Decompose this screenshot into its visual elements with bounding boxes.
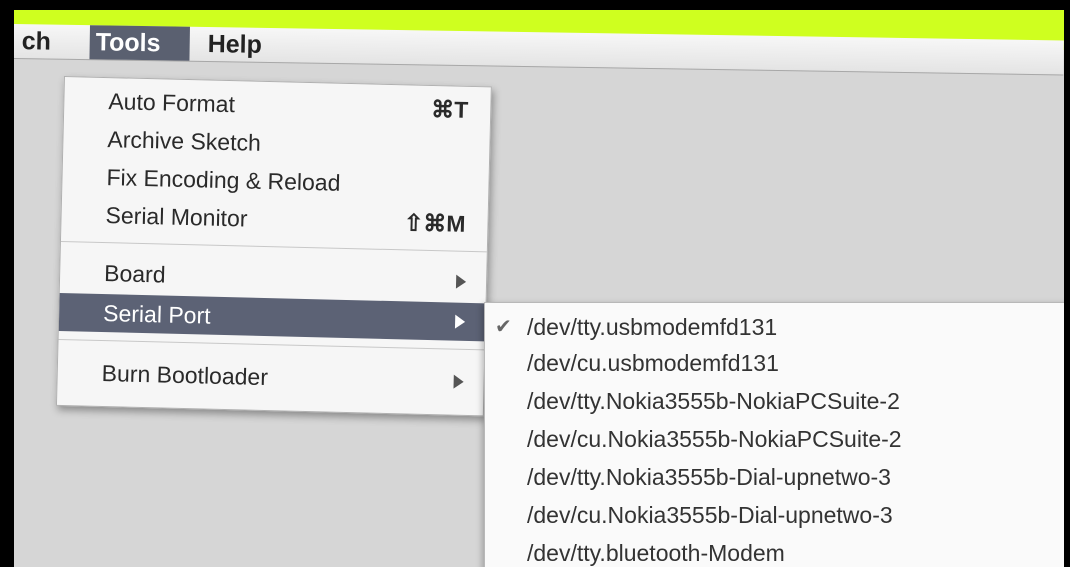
screen: ch Tools Help Auto Format ⌘T Archive Ske…: [14, 10, 1064, 567]
menu-item-label: Archive Sketch: [107, 126, 262, 156]
menu-item-serial-port[interactable]: Serial Port: [58, 292, 486, 342]
submenu-arrow-icon: [454, 314, 466, 329]
menu-item-label: Fix Encoding & Reload: [106, 164, 341, 196]
serial-port-label: /dev/cu.Nokia3555b-NokiaPCSuite-2: [527, 426, 902, 452]
menu-item-shortcut: ⇧⌘M: [403, 209, 466, 237]
serial-port-submenu: ✔ /dev/tty.usbmodemfd131 /dev/cu.usbmode…: [484, 302, 1064, 567]
menu-item-label: Auto Format: [108, 88, 236, 118]
serial-port-option[interactable]: /dev/tty.Nokia3555b-Dial-upnetwo-3: [485, 459, 1064, 495]
serial-port-option[interactable]: /dev/cu.Nokia3555b-NokiaPCSuite-2: [485, 421, 1064, 457]
menu-item-burn-bootloader[interactable]: Burn Bootloader: [57, 353, 484, 401]
serial-port-label: /dev/cu.usbmodemfd131: [527, 350, 779, 376]
serial-port-label: /dev/tty.Nokia3555b-Dial-upnetwo-3: [527, 464, 891, 490]
serial-port-option[interactable]: /dev/tty.Nokia3555b-NokiaPCSuite-2: [485, 383, 1064, 419]
menu-item-label: Burn Bootloader: [101, 360, 269, 391]
menu-item-label: Serial Monitor: [105, 202, 248, 232]
menu-sketch[interactable]: ch: [14, 24, 59, 59]
serial-port-option[interactable]: /dev/tty.bluetooth-Modem: [485, 535, 1064, 567]
serial-port-option[interactable]: /dev/cu.Nokia3555b-Dial-upnetwo-3: [485, 497, 1064, 533]
menu-help[interactable]: Help: [199, 27, 270, 62]
menu-separator: [58, 338, 485, 351]
menu-tools[interactable]: Tools: [89, 25, 190, 61]
menu-separator: [60, 240, 487, 253]
checkmark-icon: ✔: [495, 316, 512, 338]
serial-port-option[interactable]: /dev/cu.usbmodemfd131: [485, 345, 1064, 381]
menu-item-label: Board: [103, 260, 166, 288]
screenshot-frame: ch Tools Help Auto Format ⌘T Archive Ske…: [0, 0, 1070, 567]
serial-port-label: /dev/tty.usbmodemfd131: [527, 314, 778, 340]
submenu-arrow-icon: [455, 274, 467, 289]
serial-port-option[interactable]: ✔ /dev/tty.usbmodemfd131: [485, 309, 1064, 345]
menu-item-shortcut: ⌘T: [430, 95, 469, 123]
tools-dropdown-menu: Auto Format ⌘T Archive Sketch Fix Encodi…: [55, 76, 492, 417]
menu-item-label: Serial Port: [102, 300, 211, 329]
serial-port-label: /dev/tty.Nokia3555b-NokiaPCSuite-2: [527, 388, 900, 414]
serial-port-label: /dev/cu.Nokia3555b-Dial-upnetwo-3: [527, 502, 893, 528]
serial-port-label: /dev/tty.bluetooth-Modem: [527, 540, 785, 566]
submenu-arrow-icon: [453, 374, 464, 389]
